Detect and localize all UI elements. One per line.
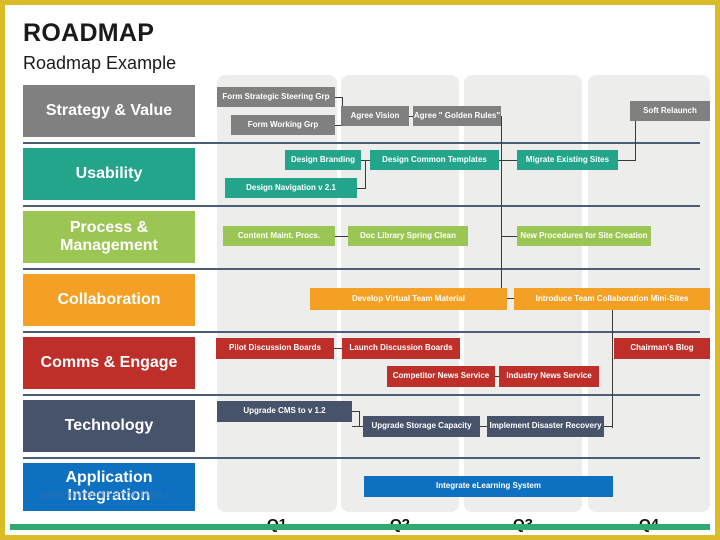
watermark-text: www.nurseriesincollege.c xyxy=(41,489,171,501)
connector-line xyxy=(618,160,636,161)
task-box-content-maint-procs[interactable]: Content Maint. Procs. xyxy=(223,226,335,246)
task-box-develop-virtual-team-material[interactable]: Develop Virtual Team Material xyxy=(310,288,507,310)
connector-line xyxy=(612,310,613,428)
connector-line xyxy=(501,116,502,291)
task-box-new-procedures-for-site-creation[interactable]: New Procedures for Site Creation xyxy=(517,226,651,246)
task-box-form-working-grp[interactable]: Form Working Grp xyxy=(231,115,335,135)
task-box-form-strategic-steering-grp[interactable]: Form Strategic Steering Grp xyxy=(217,87,335,107)
row-label-strategy-value: Strategy & Value xyxy=(23,85,195,137)
row-separator-process-management xyxy=(23,268,700,270)
task-box-design-common-templates[interactable]: Design Common Templates xyxy=(370,150,499,170)
task-box-competitor-news-service[interactable]: Competitor News Service xyxy=(387,366,495,387)
task-box-soft-relaunch[interactable]: Soft Relaunch xyxy=(630,101,710,121)
connector-line xyxy=(604,426,613,427)
connector-line xyxy=(501,236,518,237)
task-box-industry-news-service[interactable]: Industry News Service xyxy=(499,366,599,387)
task-box-chairmans-blog[interactable]: Chairman's Blog xyxy=(614,338,710,359)
task-box-pilot-discussion-boards[interactable]: Pilot Discussion Boards xyxy=(216,338,334,359)
row-label-text: Technology xyxy=(64,416,154,434)
task-box-integrate-elearning-system[interactable]: Integrate eLearning System xyxy=(364,476,613,497)
task-box-agree-golden-rules[interactable]: Agree " Golden Rules" xyxy=(413,106,501,126)
connector-line xyxy=(335,236,349,237)
task-box-implement-disaster-recovery[interactable]: Implement Disaster Recovery xyxy=(487,416,604,437)
connector-line xyxy=(357,188,366,189)
row-separator-comms-engage xyxy=(23,394,700,396)
task-box-agree-vision[interactable]: Agree Vision xyxy=(341,106,409,126)
connector-line xyxy=(499,160,518,161)
row-label-collaboration: Collaboration xyxy=(23,274,195,326)
row-label-text: Collaboration xyxy=(57,290,161,308)
task-box-doc-library-spring-clean[interactable]: Doc Library Spring Clean xyxy=(348,226,468,246)
roadmap-slide: Strategy & Value Usability Process & Manage… xyxy=(0,0,720,540)
row-separator-collaboration xyxy=(23,331,700,333)
connector-line xyxy=(359,411,360,427)
task-box-upgrade-storage-capacity[interactable]: Upgrade Storage Capacity xyxy=(363,416,480,437)
task-box-upgrade-cms-to-v-1-2[interactable]: Upgrade CMS to v 1.2 xyxy=(217,401,352,422)
page-subtitle: Roadmap Example xyxy=(23,53,177,73)
task-box-design-navigation-v-2-1[interactable]: Design Navigation v 2.1 xyxy=(225,178,357,198)
row-label-text: Usability xyxy=(75,164,143,182)
row-separator-usability xyxy=(23,205,700,207)
row-label-text: Strategy & Value xyxy=(45,101,173,119)
bottom-accent-bar xyxy=(10,524,710,530)
row-label-usability: Usability xyxy=(23,148,195,200)
row-separator-strategy-value xyxy=(23,142,700,144)
task-box-design-branding[interactable]: Design Branding xyxy=(285,150,361,170)
row-separator-technology xyxy=(23,457,700,459)
row-label-application-integration: Application Integration xyxy=(23,463,195,511)
page-title: ROADMAP xyxy=(23,19,155,47)
connector-line xyxy=(365,160,366,188)
task-box-migrate-existing-sites[interactable]: Migrate Existing Sites xyxy=(517,150,618,170)
row-label-text: Comms & Engage xyxy=(40,353,178,371)
row-label-process-management: Process & Management xyxy=(23,211,195,263)
row-label-text: Process & Management xyxy=(60,218,158,254)
row-label-technology: Technology xyxy=(23,400,195,452)
row-label-comms-engage: Comms & Engage xyxy=(23,337,195,389)
task-box-introduce-team-collaboration-mini-sites[interactable]: Introduce Team Collaboration Mini-Sites xyxy=(514,288,710,310)
task-box-launch-discussion-boards[interactable]: Launch Discussion Boards xyxy=(342,338,460,359)
